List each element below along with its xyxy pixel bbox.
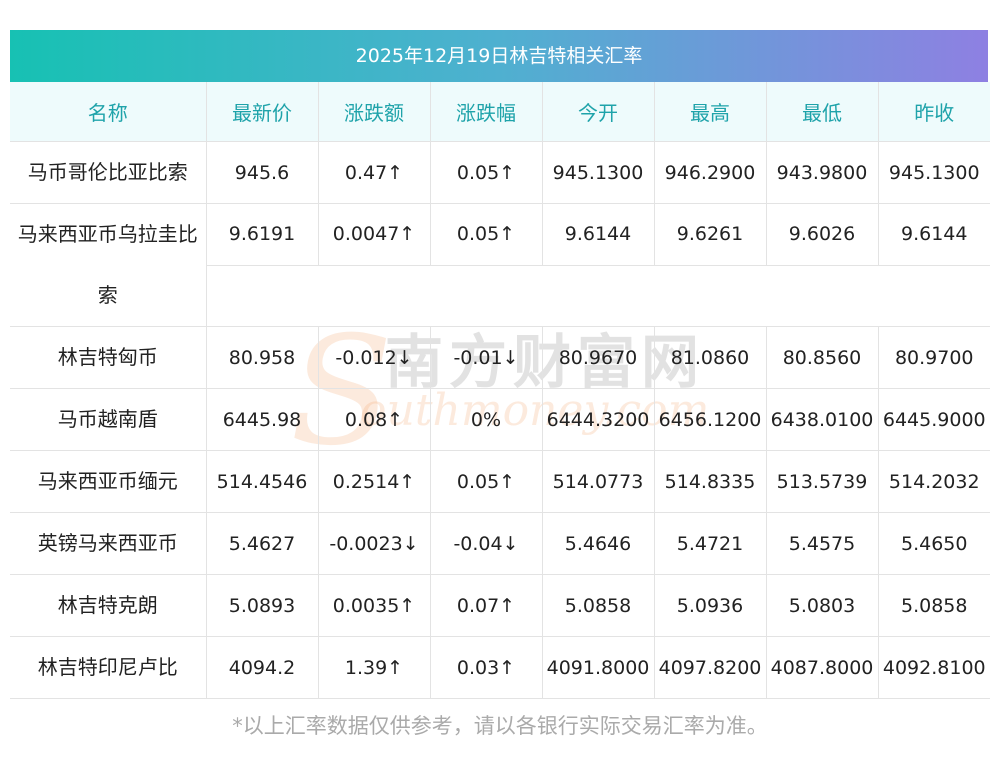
cell-low: 513.5739: [766, 450, 879, 513]
cell-low: 5.4575: [766, 512, 879, 575]
cell-low: 943.9800: [766, 141, 879, 204]
cell-prev-close: 945.1300: [878, 141, 990, 204]
cell-name: 林吉特匈币: [10, 326, 207, 389]
cell-open: 5.4646: [542, 512, 655, 575]
rates-panel: 2025年12月19日林吉特相关汇率 名称 最新价 涨跌额 涨跌幅 今开 最高 …: [10, 30, 990, 699]
cell-open: 6444.3200: [542, 388, 655, 451]
cell-latest: 945.6: [206, 141, 319, 204]
cell-high: 4097.8200: [654, 636, 767, 699]
cell-change: 0.2514↑: [318, 450, 431, 513]
cell-low: 9.6026: [766, 203, 879, 266]
cell-name: 林吉特印尼卢比: [10, 636, 207, 699]
cell-prev-close: 514.2032: [878, 450, 990, 513]
cell-name: 林吉特克朗: [10, 574, 207, 637]
header-high: 最高: [654, 82, 767, 142]
table-row: 林吉特克朗 5.0893 0.0035↑ 0.07↑ 5.0858 5.0936…: [10, 574, 990, 637]
header-name: 名称: [10, 82, 207, 142]
page-title: 2025年12月19日林吉特相关汇率: [10, 30, 988, 82]
cell-open: 945.1300: [542, 141, 655, 204]
cell-change-pct: 0.05↑: [430, 141, 543, 204]
cell-prev-close: 6445.9000: [878, 388, 990, 451]
table-row: 马来西亚币乌拉圭比索 9.6191 0.0047↑ 0.05↑ 9.6144 9…: [10, 203, 990, 327]
cell-change-pct: 0.07↑: [430, 574, 543, 637]
cell-change: -0.012↓: [318, 326, 431, 389]
cell-prev-close: 9.6144: [878, 203, 990, 266]
cell-low: 80.8560: [766, 326, 879, 389]
table-row: 林吉特印尼卢比 4094.2 1.39↑ 0.03↑ 4091.8000 409…: [10, 636, 990, 699]
row-spacer: [206, 265, 990, 327]
cell-change-pct: 0.03↑: [430, 636, 543, 699]
header-latest: 最新价: [206, 82, 319, 142]
cell-name: 马币越南盾: [10, 388, 207, 451]
cell-name: 英镑马来西亚币: [10, 512, 207, 575]
disclaimer-note: *以上汇率数据仅供参考，请以各银行实际交易汇率为准。: [232, 714, 768, 738]
cell-prev-close: 5.4650: [878, 512, 990, 575]
cell-latest: 6445.98: [206, 388, 319, 451]
cell-change: 0.0047↑: [318, 203, 431, 266]
cell-change: 0.08↑: [318, 388, 431, 451]
cell-change-pct: 0.05↑: [430, 203, 543, 266]
table-row: 英镑马来西亚币 5.4627 -0.0023↓ -0.04↓ 5.4646 5.…: [10, 512, 990, 575]
cell-latest: 9.6191: [206, 203, 319, 266]
cell-open: 514.0773: [542, 450, 655, 513]
cell-prev-close: 5.0858: [878, 574, 990, 637]
cell-latest: 80.958: [206, 326, 319, 389]
cell-high: 946.2900: [654, 141, 767, 204]
cell-change: 0.0035↑: [318, 574, 431, 637]
cell-name: 马币哥伦比亚比索: [10, 141, 207, 204]
cell-high: 81.0860: [654, 326, 767, 389]
header-low: 最低: [766, 82, 879, 142]
header-change-pct: 涨跌幅: [430, 82, 543, 142]
header-change: 涨跌额: [318, 82, 431, 142]
rates-table: 名称 最新价 涨跌额 涨跌幅 今开 最高 最低 昨收 马币哥伦比亚比索 945.…: [10, 82, 990, 699]
table-row: 马来西亚币缅元 514.4546 0.2514↑ 0.05↑ 514.0773 …: [10, 450, 990, 513]
cell-prev-close: 80.9700: [878, 326, 990, 389]
cell-high: 5.4721: [654, 512, 767, 575]
cell-low: 4087.8000: [766, 636, 879, 699]
cell-high: 514.8335: [654, 450, 767, 513]
cell-low: 5.0803: [766, 574, 879, 637]
cell-open: 5.0858: [542, 574, 655, 637]
cell-name: 马来西亚币乌拉圭比索: [10, 203, 207, 327]
cell-change: -0.0023↓: [318, 512, 431, 575]
cell-high: 6456.1200: [654, 388, 767, 451]
cell-prev-close: 4092.8100: [878, 636, 990, 699]
cell-latest: 514.4546: [206, 450, 319, 513]
cell-open: 9.6144: [542, 203, 655, 266]
table-row: 马币哥伦比亚比索 945.6 0.47↑ 0.05↑ 945.1300 946.…: [10, 141, 990, 204]
cell-low: 6438.0100: [766, 388, 879, 451]
cell-open: 80.9670: [542, 326, 655, 389]
cell-latest: 5.0893: [206, 574, 319, 637]
header-open: 今开: [542, 82, 655, 142]
cell-change-pct: 0.05↑: [430, 450, 543, 513]
cell-change: 1.39↑: [318, 636, 431, 699]
cell-change-pct: -0.04↓: [430, 512, 543, 575]
table-row: 马币越南盾 6445.98 0.08↑ 0% 6444.3200 6456.12…: [10, 388, 990, 451]
cell-high: 9.6261: [654, 203, 767, 266]
header-prev-close: 昨收: [878, 82, 990, 142]
cell-latest: 4094.2: [206, 636, 319, 699]
cell-change: 0.47↑: [318, 141, 431, 204]
table-row: 林吉特匈币 80.958 -0.012↓ -0.01↓ 80.9670 81.0…: [10, 326, 990, 389]
cell-latest: 5.4627: [206, 512, 319, 575]
cell-name: 马来西亚币缅元: [10, 450, 207, 513]
cell-open: 4091.8000: [542, 636, 655, 699]
cell-high: 5.0936: [654, 574, 767, 637]
table-header-row: 名称 最新价 涨跌额 涨跌幅 今开 最高 最低 昨收: [10, 82, 990, 142]
cell-change-pct: 0%: [430, 388, 543, 451]
cell-change-pct: -0.01↓: [430, 326, 543, 389]
